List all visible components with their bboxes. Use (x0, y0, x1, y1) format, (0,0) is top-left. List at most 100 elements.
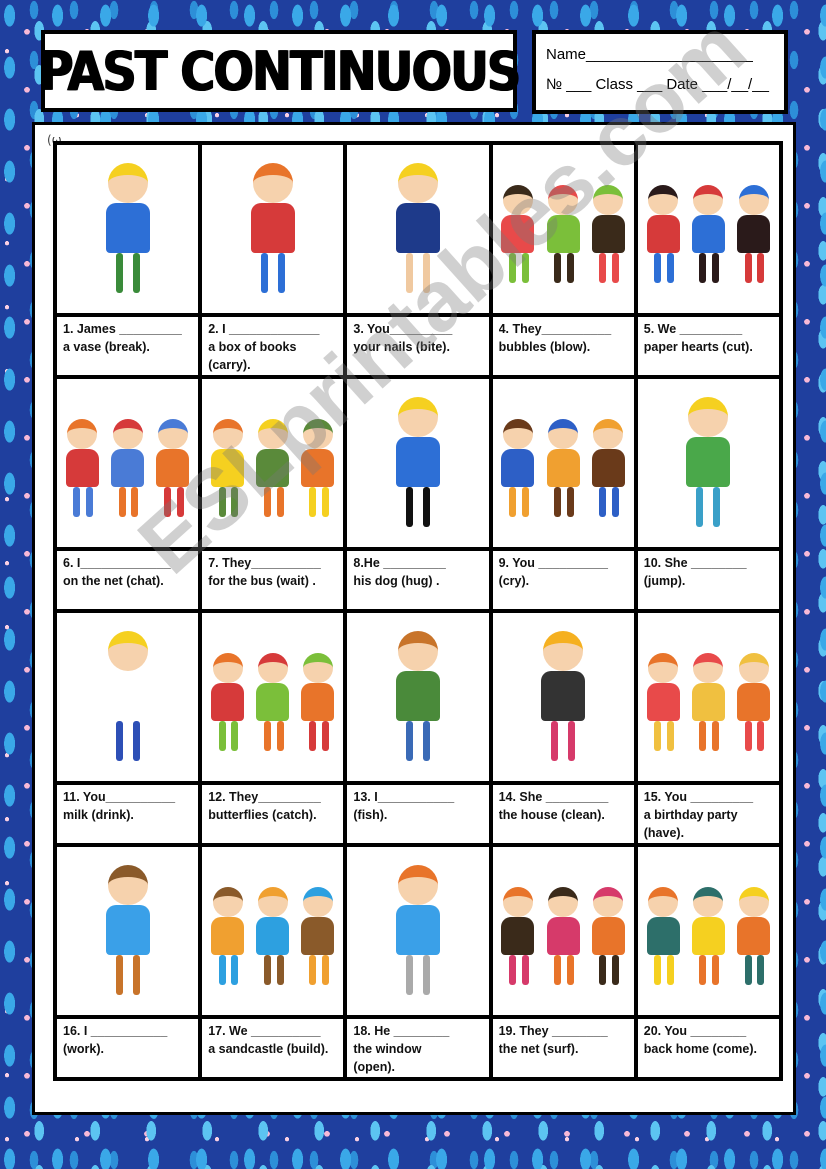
picture-row (52, 609, 784, 785)
character-figure (691, 185, 725, 290)
exercise-2[interactable]: 2. I _____________ a box of books (carry). (198, 313, 348, 379)
caption-line3: (have). (643, 826, 685, 840)
character-figure (501, 887, 535, 992)
exercise-18[interactable]: 18. He ________the window (open). (343, 1015, 493, 1081)
picture-cell (633, 141, 784, 317)
caption-line1: 7. They__________ (208, 556, 321, 570)
character-figure (546, 185, 580, 290)
exercise-caption: 18. He ________the window (open). (347, 1019, 488, 1077)
caption-line2: (cry). (498, 574, 530, 588)
character-figure (546, 419, 580, 524)
name-field[interactable]: Name____________________ (546, 40, 774, 70)
picture-cell (633, 375, 784, 551)
maid-cleaning-illustration (493, 613, 634, 781)
exercise-16[interactable]: 16. I ___________ (work). (52, 1015, 203, 1081)
caption-line3: (open). (353, 1060, 396, 1074)
boy-hugging-dog-illustration (347, 379, 488, 547)
caption-line1: 6. I_____________ (63, 556, 171, 570)
exercise-5[interactable]: 5. We _________ paper hearts (cut). (633, 313, 784, 379)
caption-line2: the net (surf). (498, 1042, 579, 1056)
kids-at-computer-illustration (57, 379, 198, 547)
exercise-11[interactable]: 11. You__________ milk (drink). (52, 781, 203, 847)
character-figure (65, 419, 99, 524)
exercise-6[interactable]: 6. I_____________ on the net (chat). (52, 547, 203, 613)
exercise-17[interactable]: 17. We __________ a sandcastle (build). (198, 1015, 348, 1081)
character-figure (686, 397, 731, 537)
caption-line1: 1. James _________ (63, 322, 182, 336)
picture-cell (198, 141, 348, 317)
boy-opening-window-illustration (347, 847, 488, 1015)
picture-cell (488, 141, 638, 317)
picture-row (52, 141, 784, 317)
caption-line1: 4. They__________ (498, 322, 612, 336)
exercise-9[interactable]: 9. You __________ (cry). (488, 547, 638, 613)
caption-line2: a box of books (208, 340, 297, 354)
character-figure (541, 631, 586, 771)
picture-cell (633, 609, 784, 785)
caption-line1: 12. They_________ (208, 790, 321, 804)
exercise-20[interactable]: 20. You ________ back home (come). (633, 1015, 784, 1081)
exercise-caption: 1. James _________ a vase (break). (57, 317, 198, 375)
exercise-12[interactable]: 12. They_________ butterflies (catch). (198, 781, 348, 847)
number-class-date-field[interactable]: № ___ Class ___ Date ___/__/__ (546, 70, 774, 100)
character-figure (211, 887, 245, 992)
caption-row: 6. I_____________ on the net (chat). 7. Th… (52, 547, 784, 613)
caption-line1: 9. You __________ (498, 556, 608, 570)
exercise-caption: 10. She ________ (jump). (638, 551, 779, 609)
exercise-caption: 3. You_________ your nails (bite). (347, 317, 488, 375)
student-info-box: Name____________________ № ___ Class ___… (532, 30, 788, 114)
exercise-4[interactable]: 4. They__________bubbles (blow). (488, 313, 638, 379)
caption-line2: (fish). (353, 808, 388, 822)
exercise-caption: 6. I_____________ on the net (chat). (57, 551, 198, 609)
picture-cell (488, 843, 638, 1019)
exercise-caption: 7. They__________ for the bus (wait) . (202, 551, 343, 609)
exercise-caption: 13. I___________ (fish). (347, 785, 488, 843)
kids-sandcastle-illustration (202, 847, 343, 1015)
exercise-15[interactable]: 15. You _________ a birthday party (have). (633, 781, 784, 847)
exercise-caption: 11. You__________ milk (drink). (57, 785, 198, 843)
picture-cell (52, 141, 203, 317)
exercise-caption: 19. They ________ the net (surf). (493, 1019, 634, 1077)
family-birthday-illustration (638, 613, 779, 781)
caption-line2: back home (come). (643, 1042, 757, 1056)
character-figure (546, 887, 580, 992)
caption-line2: bubbles (blow). (498, 340, 591, 354)
kids-catching-butterflies-illustration (202, 613, 343, 781)
exercise-caption: 14. She _________ the house (clean). (493, 785, 634, 843)
exercise-caption: 20. You ________ back home (come). (638, 1019, 779, 1077)
caption-line2: a sandcastle (build). (208, 1042, 329, 1056)
character-figure (501, 419, 535, 524)
caption-line1: 16. I ___________ (63, 1024, 168, 1038)
boy-broken-vase-illustration (57, 145, 198, 313)
exercise-14[interactable]: 14. She _________ the house (clean). (488, 781, 638, 847)
picture-cell (343, 375, 493, 551)
exercise-7[interactable]: 7. They__________ for the bus (wait) . (198, 547, 348, 613)
exercise-19[interactable]: 19. They ________ the net (surf). (488, 1015, 638, 1081)
man-at-desk-illustration (57, 847, 198, 1015)
character-figure (256, 653, 290, 758)
exercise-10[interactable]: 10. She ________ (jump). (633, 547, 784, 613)
exercise-1[interactable]: 1. James _________ a vase (break). (52, 313, 203, 379)
exercise-3[interactable]: 3. You_________ your nails (bite). (343, 313, 493, 379)
character-figure (591, 887, 625, 992)
character-figure (301, 653, 335, 758)
caption-line2: paper hearts (cut). (643, 340, 753, 354)
character-figure (395, 397, 440, 537)
character-figure (211, 653, 245, 758)
picture-cell (198, 609, 348, 785)
exercise-caption: 2. I _____________ a box of books (carry). (202, 317, 343, 375)
caption-line2: the window (353, 1042, 422, 1056)
character-figure (737, 653, 771, 758)
picture-cell (52, 843, 203, 1019)
character-figure (501, 185, 535, 290)
character-figure (646, 887, 680, 992)
exercise-8[interactable]: 8.He _________ his dog (hug) . (343, 547, 493, 613)
exercise-caption: 15. You _________ a birthday party (have). (638, 785, 779, 843)
exercise-13[interactable]: 13. I___________ (fish). (343, 781, 493, 847)
caption-line1: 8.He _________ (353, 556, 446, 570)
picture-cell (198, 843, 348, 1019)
caption-line1: 18. He ________ (353, 1024, 450, 1038)
exercise-grid: 1. James _________ a vase (break). 2. I __… (52, 141, 784, 1081)
caption-line2: (work). (63, 1042, 104, 1056)
character-figure (301, 419, 335, 524)
